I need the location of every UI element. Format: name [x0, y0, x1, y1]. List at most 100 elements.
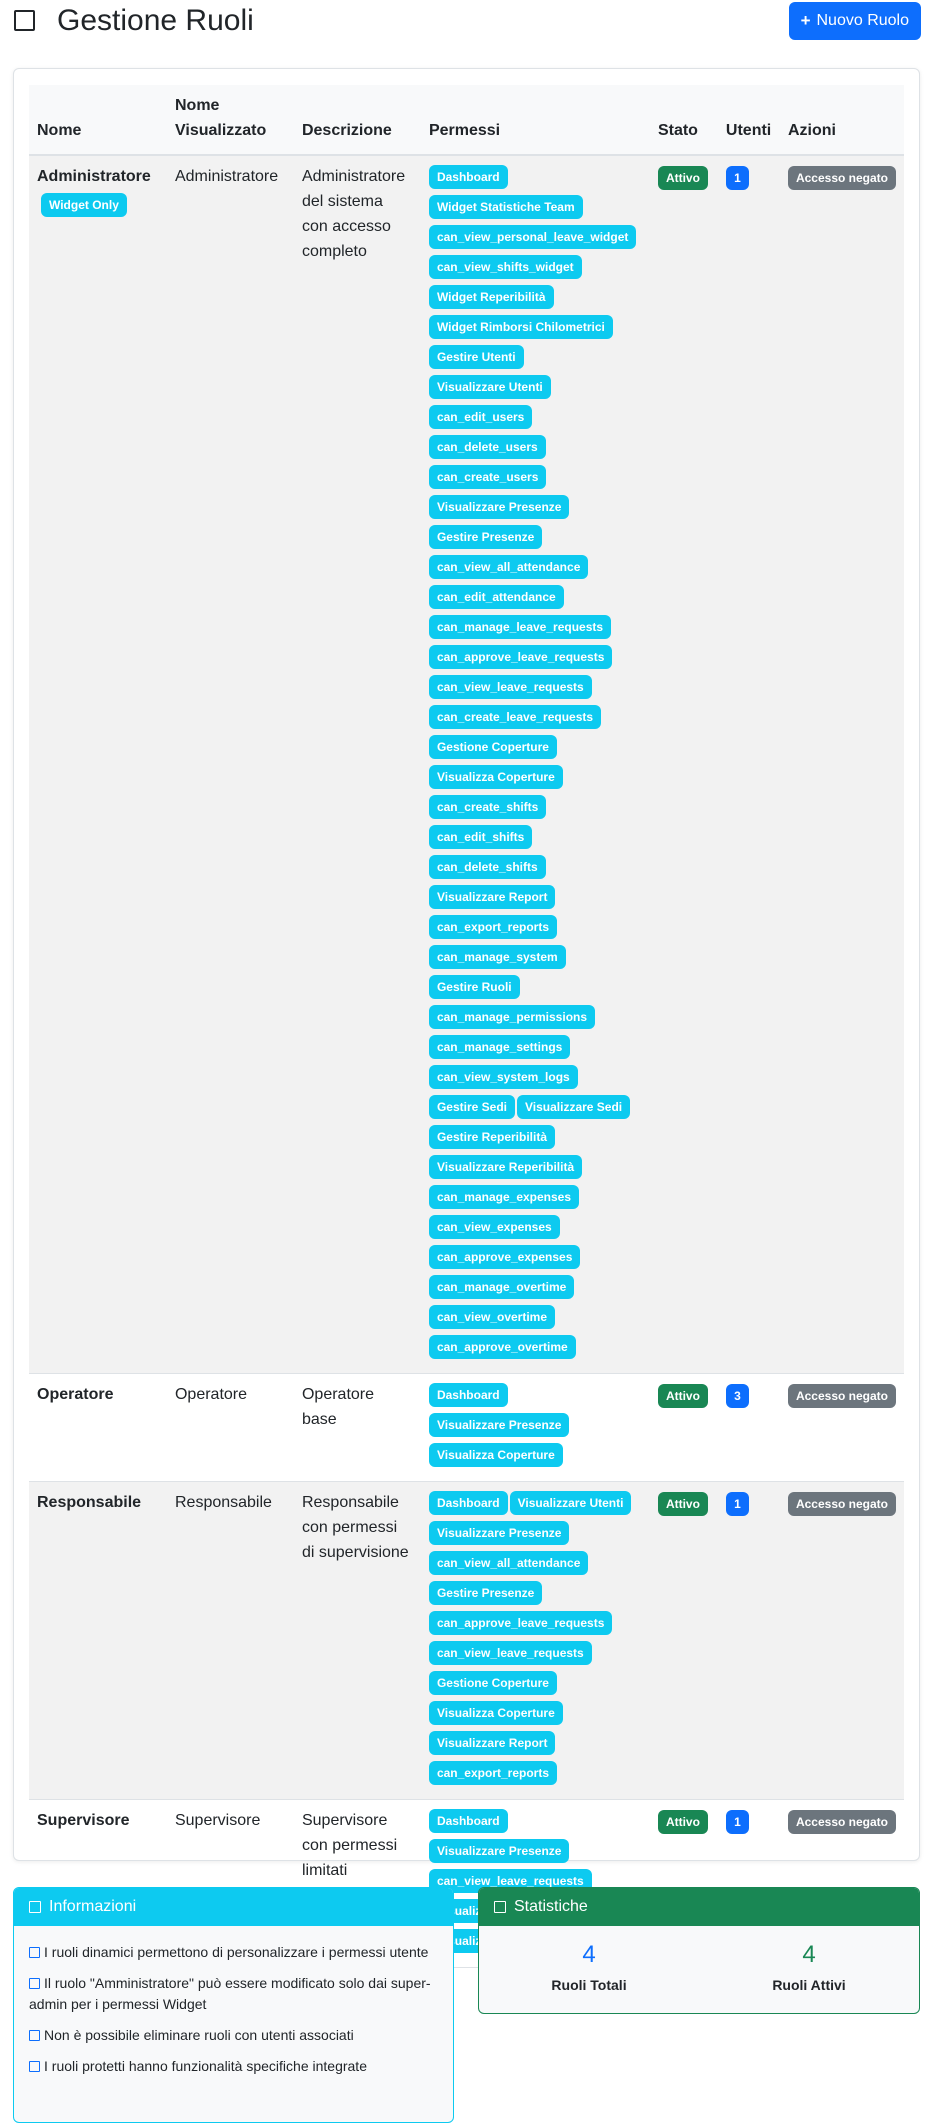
- permissions-list: Dashboard Visualizzare Presenze Visualizza…: [428, 1382, 642, 1473]
- column-header-nome: Nome: [29, 85, 167, 156]
- permission-badge: can_manage_overtime: [428, 1275, 575, 1299]
- permission-badge: can_manage_settings: [428, 1035, 571, 1059]
- cell-nome-visualizzato: Operatore: [166, 1373, 294, 1482]
- permission-badge: Gestione Coperture: [428, 735, 557, 759]
- display-name: Administratore: [174, 168, 279, 185]
- permission-badge: Widget Rimborsi Chilometrici: [428, 315, 613, 339]
- cell-azioni: Accesso negato: [779, 1373, 904, 1482]
- cell-descrizione: Responsabile con permessi di supervision…: [293, 1481, 421, 1800]
- permission-badge: can_approve_leave_requests: [428, 645, 613, 669]
- permission-badge: can_manage_expenses: [428, 1185, 580, 1209]
- access-denied-badge: Accesso negato: [787, 166, 896, 190]
- permission-badge: can_view_all_attendance: [428, 555, 589, 579]
- permission-badge: can_view_expenses: [428, 1215, 560, 1239]
- new-role-button[interactable]: + Nuovo Ruolo: [788, 2, 921, 40]
- square-icon: [29, 2030, 40, 2041]
- stat-active-label: Ruoli Attivi: [772, 1977, 846, 1993]
- permission-badge: can_manage_leave_requests: [428, 615, 612, 639]
- list-item: I ruoli protetti hanno funzionalità spec…: [29, 2056, 438, 2077]
- permission-badge: Dashboard: [428, 1383, 508, 1407]
- stats-card-header: Statistiche: [479, 1888, 919, 1926]
- permission-badge: can_view_all_attendance: [428, 1551, 589, 1575]
- info-card-header: Informazioni: [14, 1888, 453, 1926]
- table-header-row: Nome Nome Visualizzato Descrizione Perme…: [29, 85, 904, 156]
- user-count-badge: 1: [725, 1810, 749, 1834]
- role-name: Operatore: [37, 1386, 114, 1403]
- permission-badge: Gestione Coperture: [428, 1671, 557, 1695]
- widget-only-badge: Widget Only: [41, 193, 127, 217]
- role-description: Responsabile con permessi di supervision…: [301, 1494, 409, 1561]
- cell-utenti: 3: [717, 1373, 780, 1482]
- permission-badge: can_manage_system: [428, 945, 566, 969]
- cell-stato: Attivo: [649, 1373, 718, 1482]
- column-header-descrizione: Descrizione: [293, 85, 421, 156]
- cell-azioni: Accesso negato: [779, 1481, 904, 1800]
- square-icon: [494, 1901, 506, 1913]
- permission-badge: can_view_shifts_widget: [428, 255, 582, 279]
- permission-badge: Visualizzare Utenti: [509, 1491, 632, 1515]
- permission-badge: can_approve_overtime: [428, 1335, 576, 1359]
- user-count-badge: 1: [725, 1492, 749, 1516]
- list-item-text: I ruoli dinamici permettono di personali…: [44, 1944, 429, 1960]
- role-description: Administratore del sistema con accesso c…: [301, 168, 406, 260]
- cell-stato: Attivo: [649, 155, 718, 1374]
- column-header-nome-visualizzato: Nome Visualizzato: [166, 85, 294, 156]
- permission-badge: can_view_system_logs: [428, 1065, 578, 1089]
- square-icon: [29, 1947, 40, 1958]
- permissions-list: Dashboard Widget Statistiche Team can_view…: [428, 164, 642, 1365]
- stats-card: Statistiche 4 Ruoli Totali 4 Ruoli Attiv…: [478, 1887, 920, 2014]
- stats-row: 4 Ruoli Totali 4 Ruoli Attivi: [479, 1926, 919, 1996]
- permission-badge: can_export_reports: [428, 915, 557, 939]
- permission-badge: can_edit_users: [428, 405, 533, 429]
- permission-badge: can_view_personal_leave_widget: [428, 225, 637, 249]
- column-header-permessi: Permessi: [420, 85, 650, 156]
- cell-utenti: 1: [717, 155, 780, 1374]
- permission-badge: can_create_leave_requests: [428, 705, 602, 729]
- info-card-title: Informazioni: [49, 1898, 137, 1915]
- column-header-azioni: Azioni: [779, 85, 904, 156]
- list-item: Non è possibile eliminare ruoli con uten…: [29, 2025, 438, 2046]
- permission-badge: Gestire Ruoli: [428, 975, 520, 999]
- permission-badge: Visualizzare Sedi: [516, 1095, 631, 1119]
- status-badge: Attivo: [657, 1492, 708, 1516]
- cell-permessi: Dashboard Visualizzare Utenti Visualizzare…: [420, 1481, 650, 1800]
- user-count-badge: 1: [725, 166, 749, 190]
- stat-total-value: 4: [582, 1941, 596, 1968]
- cell-nome-visualizzato: Administratore: [166, 155, 294, 1374]
- page-title: Gestione Ruoli: [57, 4, 254, 37]
- permission-badge: can_create_shifts: [428, 795, 547, 819]
- table-row: Administratore Widget Only Administratore A…: [29, 155, 904, 1374]
- permission-badge: Visualizzare Reperibilità: [428, 1155, 583, 1179]
- role-name: Supervisore: [37, 1812, 130, 1829]
- table-row: Responsabile Responsabile Responsabile con…: [29, 1481, 904, 1800]
- stat-active-roles: 4 Ruoli Attivi: [699, 1940, 919, 1996]
- status-badge: Attivo: [657, 1384, 708, 1408]
- cell-nome: Administratore Widget Only: [29, 155, 167, 1374]
- permission-badge: Gestire Presenze: [428, 1581, 543, 1605]
- cell-nome: Responsabile: [29, 1481, 167, 1800]
- permission-badge: Gestire Utenti: [428, 345, 524, 369]
- status-badge: Attivo: [657, 1810, 708, 1834]
- permission-badge: Visualizza Coperture: [428, 765, 563, 789]
- permission-badge: Gestire Sedi: [428, 1095, 515, 1119]
- cell-permessi: Dashboard Widget Statistiche Team can_view…: [420, 155, 650, 1374]
- new-role-label: Nuovo Ruolo: [816, 12, 910, 29]
- permission-badge: Visualizza Coperture: [428, 1701, 563, 1725]
- permission-badge: Visualizzare Presenze: [428, 1839, 570, 1863]
- display-name: Supervisore: [174, 1812, 261, 1829]
- square-icon: [29, 1978, 40, 1989]
- permission-badge: Visualizzare Report: [428, 1731, 556, 1755]
- page: Gestione Ruoli + Nuovo Ruolo Nome Nome V…: [0, 0, 931, 2123]
- role-description: Supervisore con permessi limitati: [301, 1812, 398, 1879]
- list-item-text: Il ruolo "Amministratore" può essere mod…: [29, 1975, 431, 2012]
- cell-stato: Attivo: [649, 1481, 718, 1800]
- list-item-text: I ruoli protetti hanno funzionalità spec…: [44, 2058, 367, 2074]
- permission-badge: can_delete_shifts: [428, 855, 546, 879]
- display-name: Responsabile: [174, 1494, 272, 1511]
- permission-badge: Dashboard: [428, 165, 508, 189]
- square-icon: [14, 10, 35, 31]
- access-denied-badge: Accesso negato: [787, 1810, 896, 1834]
- access-denied-badge: Accesso negato: [787, 1384, 896, 1408]
- permission-badge: can_manage_permissions: [428, 1005, 596, 1029]
- display-name: Operatore: [174, 1386, 248, 1403]
